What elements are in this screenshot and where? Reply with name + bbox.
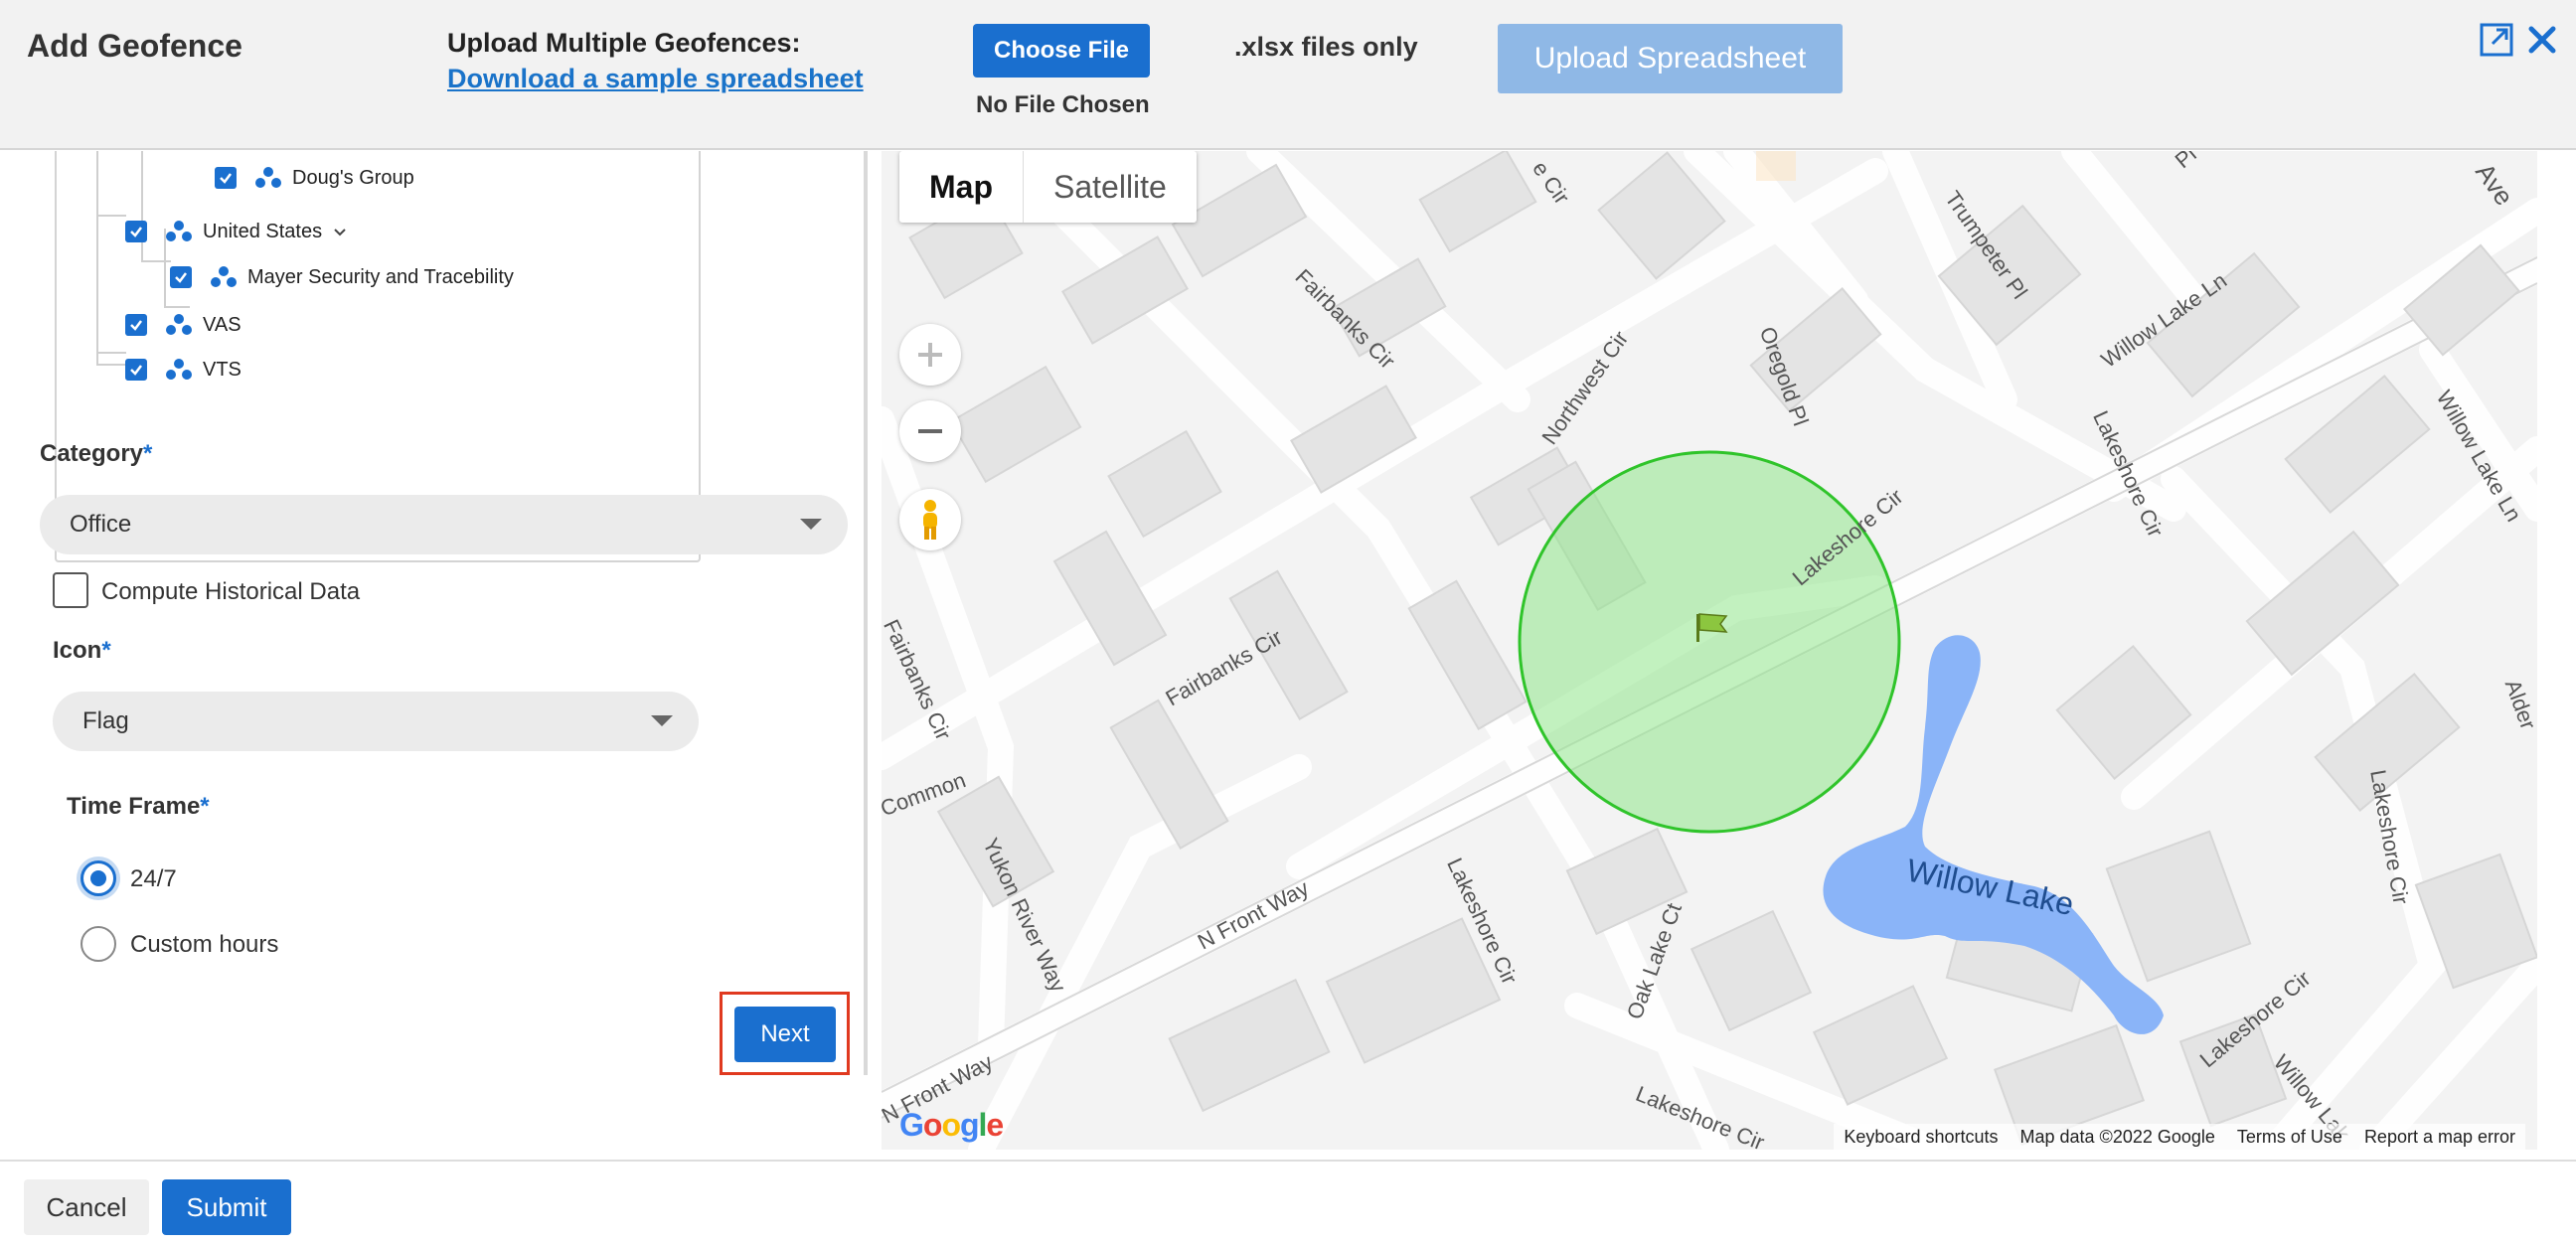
next-button-highlight: Next	[720, 992, 850, 1075]
category-select[interactable]: Office	[40, 495, 848, 554]
tree-item-label: United States	[203, 220, 323, 242]
compute-historical-checkbox[interactable]	[53, 572, 88, 608]
tree-item-label: Doug's Group	[292, 166, 414, 189]
checkbox-checked-icon[interactable]	[125, 314, 147, 336]
map-type-control: Map Satellite	[899, 151, 1197, 223]
icon-label-text: Icon	[53, 637, 102, 664]
upload-spreadsheet-button[interactable]: Upload Spreadsheet	[1498, 24, 1843, 93]
no-file-chosen-text: No File Chosen	[976, 91, 1150, 118]
dialog-footer: Cancel Submit	[0, 1160, 2576, 1246]
group-icon	[166, 314, 192, 335]
tree-item-united-states[interactable]: United States	[125, 217, 348, 246]
zoom-out-button[interactable]	[899, 400, 961, 462]
dialog-header: Add Geofence Upload Multiple Geofences: …	[0, 0, 2576, 150]
map-view[interactable]: Fairbanks Cir Northwest Cir Oregold Pl W…	[882, 151, 2537, 1150]
tree-item-label: VTS	[203, 358, 242, 381]
time-frame-label-text: Time Frame	[67, 793, 201, 820]
caret-down-icon	[651, 715, 673, 726]
chevron-down-icon[interactable]	[332, 224, 348, 239]
time-frame-label: Time Frame*	[67, 793, 210, 821]
choose-file-button[interactable]: Choose File	[973, 24, 1150, 78]
group-icon	[255, 167, 281, 188]
category-value: Office	[70, 511, 132, 538]
required-mark: *	[200, 793, 210, 820]
required-mark: *	[143, 440, 153, 467]
category-label: Category*	[40, 440, 152, 468]
add-geofence-dialog: Add Geofence Upload Multiple Geofences: …	[0, 0, 2576, 1246]
xlsx-only-text: .xlsx files only	[1234, 32, 1418, 62]
submit-button[interactable]: Submit	[162, 1179, 291, 1235]
map-attribution: Keyboard shortcuts Map data ©2022 Google…	[1834, 1124, 2525, 1150]
checkbox-checked-icon[interactable]	[170, 266, 192, 288]
terms-of-use-link[interactable]: Terms of Use	[2237, 1127, 2342, 1148]
close-icon[interactable]	[2524, 22, 2560, 58]
report-map-error-link[interactable]: Report a map error	[2364, 1127, 2515, 1148]
tree-item-label: VAS	[203, 313, 242, 336]
category-label-text: Category	[40, 440, 144, 467]
tree-item-vts[interactable]: VTS	[125, 355, 242, 385]
map-data-text: Map data ©2022 Google	[2019, 1126, 2215, 1147]
map-type-map-button[interactable]: Map	[899, 151, 1024, 223]
street-view-pegman-button[interactable]	[899, 489, 961, 550]
icon-value: Flag	[82, 707, 129, 734]
upload-multiple-label: Upload Multiple Geofences:	[447, 28, 801, 58]
minus-icon	[918, 429, 942, 433]
group-icon	[166, 221, 192, 241]
tree-item-label: Mayer Security and Tracebility	[247, 265, 514, 288]
geofence-form-panel: Doug's Group United States Mayer Securit…	[0, 151, 865, 1160]
expand-icon[interactable]	[2479, 22, 2514, 58]
google-logo: Google	[899, 1107, 1004, 1143]
group-icon	[211, 266, 237, 287]
keyboard-shortcuts-link[interactable]: Keyboard shortcuts	[1844, 1127, 1998, 1148]
download-sample-link[interactable]: Download a sample spreadsheet	[447, 64, 864, 94]
plus-icon	[918, 343, 942, 367]
checkbox-checked-icon[interactable]	[125, 221, 147, 242]
checkbox-checked-icon[interactable]	[215, 167, 237, 189]
next-button[interactable]: Next	[734, 1007, 836, 1062]
panel-divider	[864, 151, 868, 1075]
radio-custom-hours-label: Custom hours	[130, 931, 279, 958]
icon-select[interactable]: Flag	[53, 692, 699, 751]
group-icon	[166, 359, 192, 380]
pegman-icon	[923, 500, 937, 540]
zoom-in-button[interactable]	[899, 324, 961, 386]
checkbox-checked-icon[interactable]	[125, 359, 147, 381]
required-mark: *	[101, 637, 111, 664]
radio-custom-hours[interactable]	[80, 926, 116, 962]
tree-item-mayer-security[interactable]: Mayer Security and Tracebility	[170, 262, 514, 292]
cancel-button[interactable]: Cancel	[24, 1179, 149, 1235]
icon-label: Icon*	[53, 637, 111, 665]
caret-down-icon	[800, 519, 822, 530]
tree-item-vas[interactable]: VAS	[125, 310, 242, 340]
compute-historical-label: Compute Historical Data	[101, 578, 361, 605]
dialog-title: Add Geofence	[27, 28, 242, 64]
radio-24-7[interactable]	[80, 860, 116, 896]
tree-item-dougs-group[interactable]: Doug's Group	[215, 163, 414, 193]
radio-24-7-label: 24/7	[130, 865, 177, 892]
map-type-satellite-button[interactable]: Satellite	[1024, 151, 1197, 223]
